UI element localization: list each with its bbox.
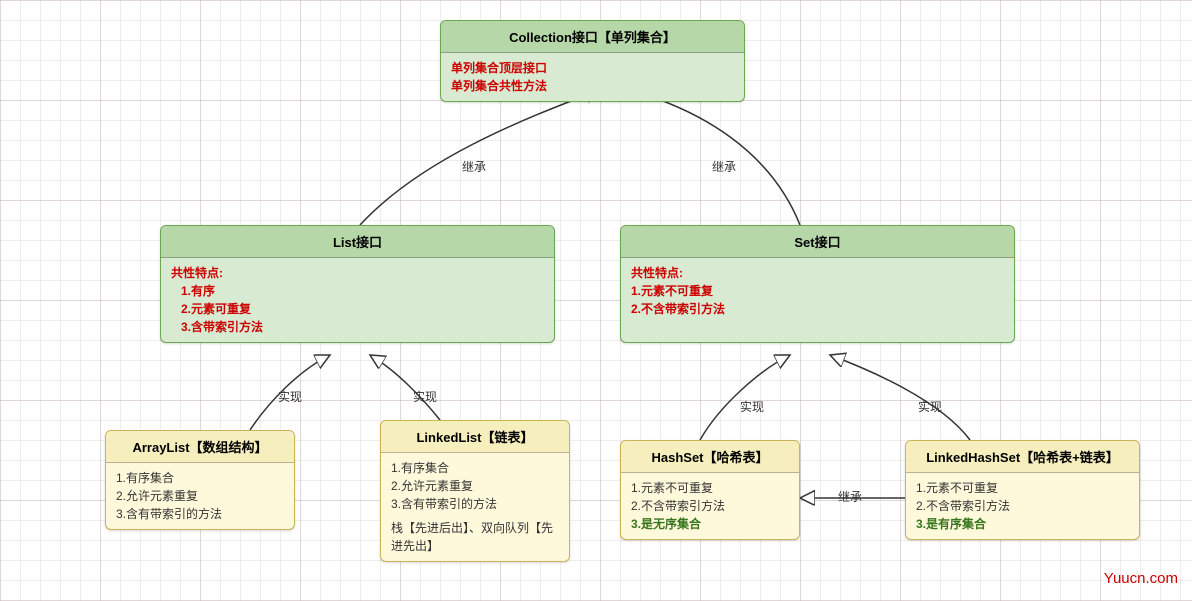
node-linkedlist-title: LinkedList【链表】	[381, 421, 569, 453]
node-arraylist: ArrayList【数组结构】 1.有序集合 2.允许元素重复 3.含有带索引的…	[105, 430, 295, 530]
node-set-line1: 1.元素不可重复	[631, 282, 1004, 300]
node-arraylist-line1: 1.有序集合	[116, 469, 284, 487]
node-list-title: List接口	[161, 226, 554, 258]
node-linkedlist-line2: 2.允许元素重复	[391, 477, 559, 495]
node-linkedlist-note: 栈【先进后出】、双向队列【先进先出】	[391, 519, 559, 555]
node-collection-line1: 单列集合顶层接口	[451, 59, 734, 77]
edge-label-linkedhashset-set: 实现	[918, 398, 942, 415]
edge-label-hashset-set: 实现	[740, 398, 764, 415]
node-set-header: 共性特点:	[631, 264, 1004, 282]
node-hashset-line3: 3.是无序集合	[631, 515, 789, 533]
node-linkedhashset-title: LinkedHashSet【哈希表+链表】	[906, 441, 1139, 473]
node-list-line3: 3.含带索引方法	[171, 318, 544, 336]
edge-label-list-collection: 继承	[462, 158, 486, 175]
node-list-line1: 1.有序	[171, 282, 544, 300]
node-set: Set接口 共性特点: 1.元素不可重复 2.不含带索引方法	[620, 225, 1015, 343]
node-collection-line2: 单列集合共性方法	[451, 77, 734, 95]
node-linkedlist: LinkedList【链表】 1.有序集合 2.允许元素重复 3.含有带索引的方…	[380, 420, 570, 562]
edge-label-linkedhashset-hashset: 继承	[838, 488, 862, 505]
node-linkedhashset: LinkedHashSet【哈希表+链表】 1.元素不可重复 2.不含带索引方法…	[905, 440, 1140, 540]
node-set-line2: 2.不含带索引方法	[631, 300, 1004, 318]
node-linkedlist-line1: 1.有序集合	[391, 459, 559, 477]
node-linkedhashset-line1: 1.元素不可重复	[916, 479, 1129, 497]
edge-label-set-collection: 继承	[712, 158, 736, 175]
node-set-title: Set接口	[621, 226, 1014, 258]
node-list-line2: 2.元素可重复	[171, 300, 544, 318]
node-hashset-line1: 1.元素不可重复	[631, 479, 789, 497]
node-list: List接口 共性特点: 1.有序 2.元素可重复 3.含带索引方法	[160, 225, 555, 343]
node-hashset-title: HashSet【哈希表】	[621, 441, 799, 473]
edge-label-arraylist-list: 实现	[278, 388, 302, 405]
node-list-header: 共性特点:	[171, 264, 544, 282]
node-linkedhashset-line2: 2.不含带索引方法	[916, 497, 1129, 515]
diagram-canvas: 继承 继承 实现 实现 实现 实现 继承 Collection接口【单列集合】 …	[0, 0, 1192, 601]
edge-label-linkedlist-list: 实现	[413, 388, 437, 405]
node-arraylist-line3: 3.含有带索引的方法	[116, 505, 284, 523]
node-hashset-line2: 2.不含带索引方法	[631, 497, 789, 515]
node-collection-title: Collection接口【单列集合】	[441, 21, 744, 53]
watermark: Yuucn.com	[1104, 570, 1178, 587]
node-arraylist-title: ArrayList【数组结构】	[106, 431, 294, 463]
node-linkedlist-line3: 3.含有带索引的方法	[391, 495, 559, 513]
node-collection: Collection接口【单列集合】 单列集合顶层接口 单列集合共性方法	[440, 20, 745, 102]
node-hashset: HashSet【哈希表】 1.元素不可重复 2.不含带索引方法 3.是无序集合	[620, 440, 800, 540]
node-linkedhashset-line3: 3.是有序集合	[916, 515, 1129, 533]
node-arraylist-line2: 2.允许元素重复	[116, 487, 284, 505]
